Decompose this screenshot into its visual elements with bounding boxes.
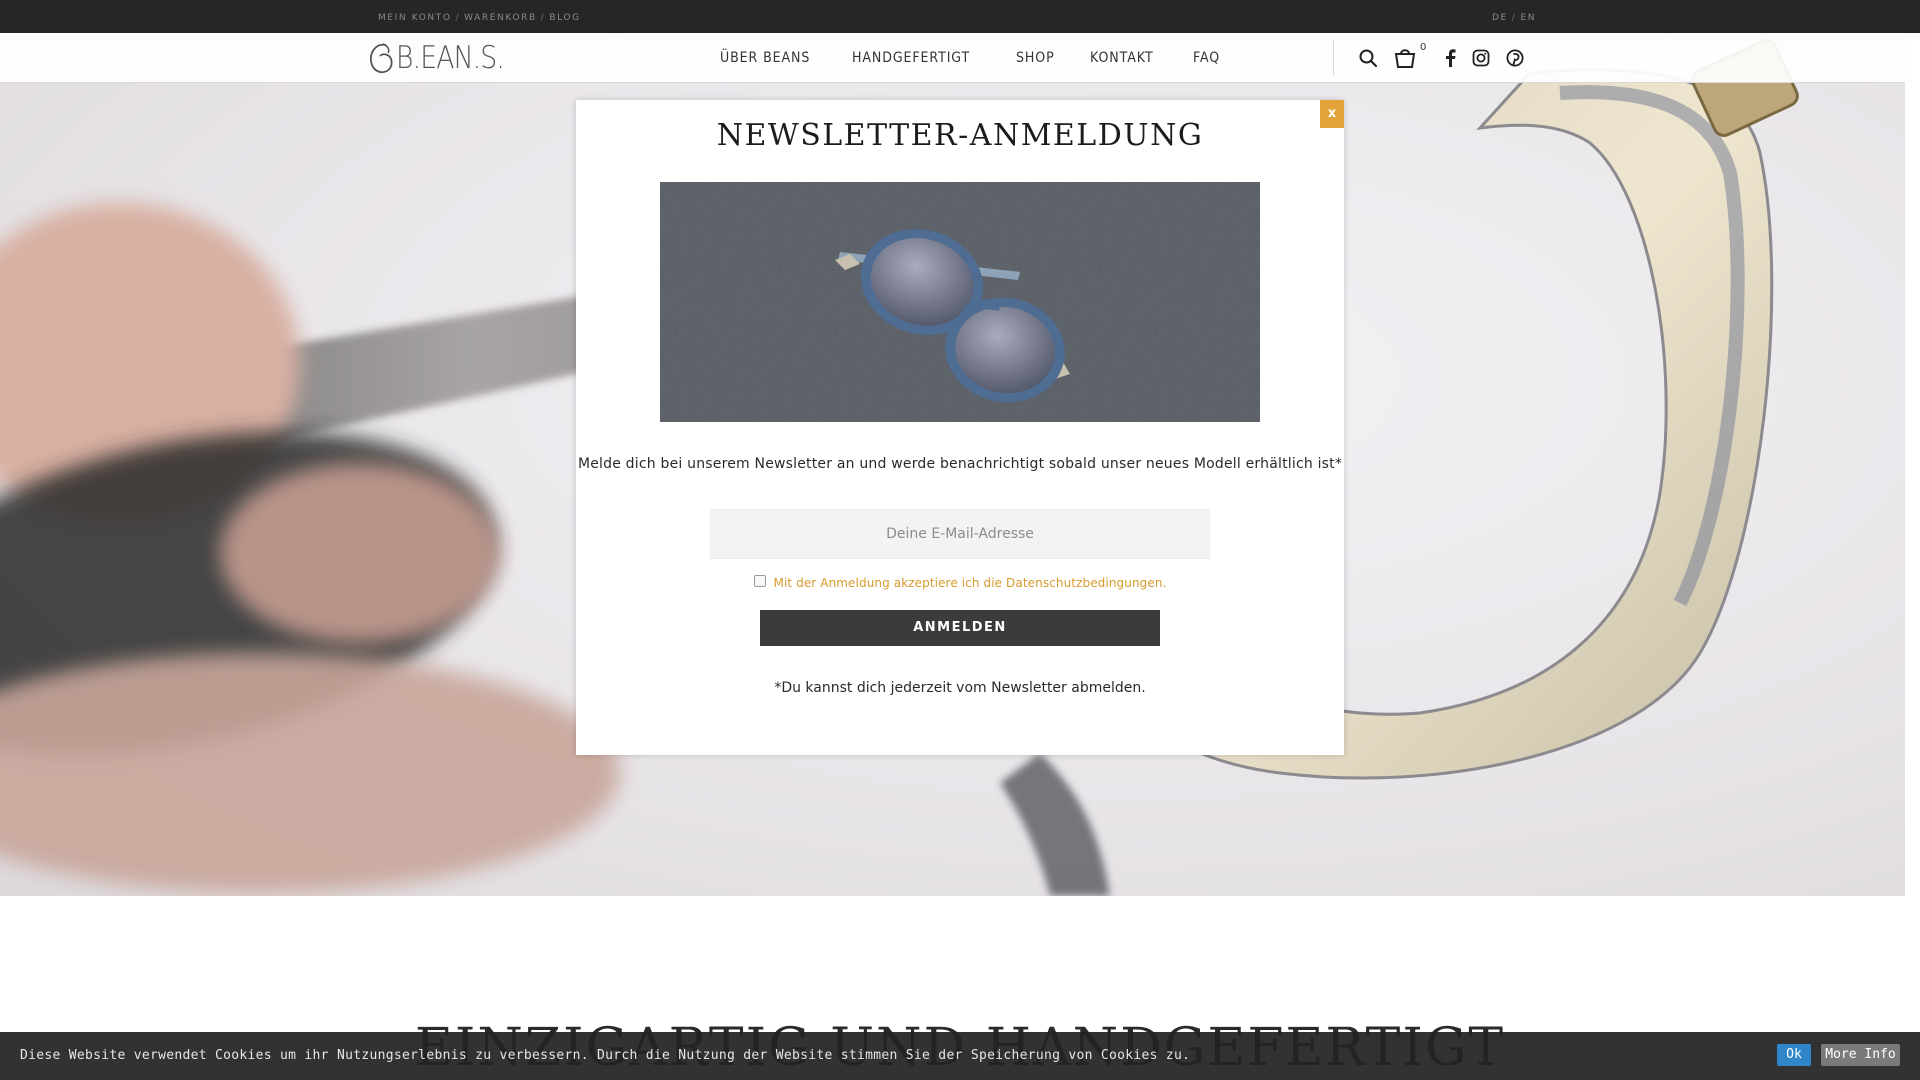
sunglasses-photo <box>660 182 1260 422</box>
nav-item-kontakt[interactable]: KONTAKT <box>1090 50 1154 66</box>
consent-row: Mit der Anmeldung akzeptiere ich die Dat… <box>576 575 1344 590</box>
my-account-link[interactable]: MEIN KONTO <box>378 13 452 23</box>
language-switcher: DE / EN <box>1492 13 1536 23</box>
nav-item-shop[interactable]: SHOP <box>1016 50 1055 66</box>
nav-item-faq[interactable]: FAQ <box>1193 50 1220 66</box>
logo-wordmark: B.EAN.S. <box>396 40 505 76</box>
logo-mark-icon <box>370 43 393 74</box>
main-navigation: ÜBER BEANS HANDGEFERTIGT SHOP KONTAKT FA… <box>720 33 1255 83</box>
facebook-icon[interactable] <box>1444 49 1456 67</box>
email-field[interactable] <box>710 509 1210 559</box>
main-header: B.EAN.S. ÜBER BEANS HANDGEFERTIGT SHOP K… <box>0 33 1905 83</box>
beans-logo[interactable]: B.EAN.S. <box>368 41 522 75</box>
cart-icon[interactable]: 0 <box>1394 42 1426 68</box>
cart-count-badge: 0 <box>1420 42 1427 53</box>
unsubscribe-note: *Du kannst dich jederzeit vom Newsletter… <box>774 680 1146 696</box>
separator: / <box>1511 13 1517 23</box>
blog-link[interactable]: BLOG <box>549 13 580 23</box>
top-utility-bar: MEIN KONTO / WARENKORB / BLOG DE / EN <box>0 0 1920 33</box>
instagram-icon[interactable] <box>1472 49 1490 67</box>
nav-item-handgefertigt[interactable]: HANDGEFERTIGT <box>852 50 970 66</box>
search-icon[interactable] <box>1358 48 1378 68</box>
subscribe-button[interactable]: ANMELDEN <box>760 610 1160 646</box>
cookie-banner: Diese Website verwendet Cookies um ihr N… <box>0 1032 1920 1080</box>
consent-checkbox[interactable] <box>753 575 766 587</box>
cookie-more-info-button[interactable]: More Info <box>1821 1044 1900 1066</box>
cookie-ok-button[interactable]: Ok <box>1777 1044 1811 1066</box>
cookie-text: Diese Website verwendet Cookies um ihr N… <box>20 1048 1191 1063</box>
modal-title: NEWSLETTER-ANMELDUNG <box>716 118 1204 153</box>
newsletter-modal: x NEWSLETTER-ANMELDUNG Melde dich bei un… <box>576 100 1344 755</box>
cart-link[interactable]: WARENKORB <box>464 13 537 23</box>
nav-item-ueber-beans[interactable]: ÜBER BEANS <box>720 50 810 66</box>
language-de[interactable]: DE <box>1492 13 1508 23</box>
header-icons: 0 <box>1358 33 1540 83</box>
separator: / <box>455 13 461 23</box>
modal-description: Melde dich bei unserem Newsletter an und… <box>577 456 1343 472</box>
language-en[interactable]: EN <box>1520 13 1536 23</box>
header-divider <box>1333 41 1334 75</box>
account-links: MEIN KONTO / WARENKORB / BLOG <box>378 13 581 23</box>
pinterest-icon[interactable] <box>1506 49 1524 67</box>
separator: / <box>540 13 546 23</box>
consent-label[interactable]: Mit der Anmeldung akzeptiere ich die Dat… <box>774 576 1167 590</box>
